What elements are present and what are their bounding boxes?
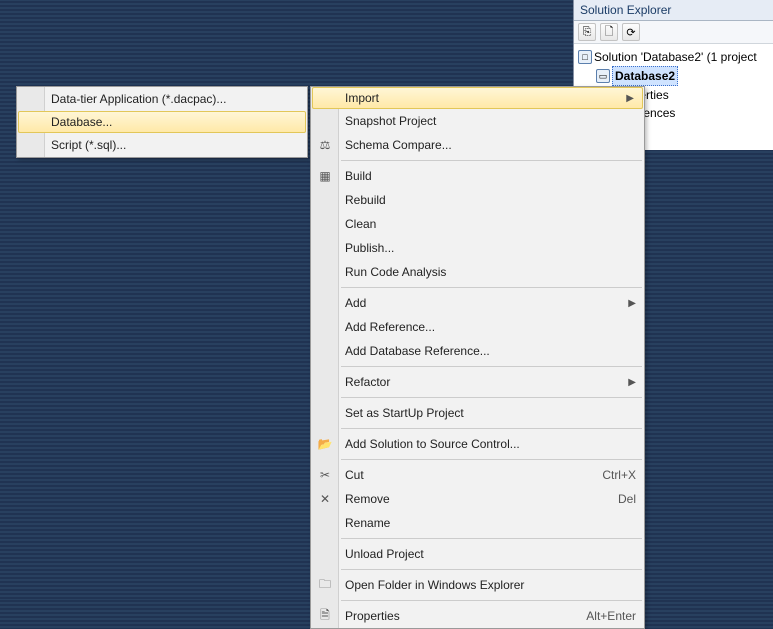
import-submenu: Data-tier Application (*.dacpac)... Datab… <box>16 86 308 158</box>
menu-item-shortcut: Alt+Enter <box>566 609 636 623</box>
menu-item-label: Schema Compare... <box>339 138 636 152</box>
menu-item-label: Import <box>339 91 606 105</box>
menu-separator <box>341 366 642 367</box>
menu-item-label: Cut <box>339 468 582 482</box>
context-menu-item[interactable]: ▦Build <box>311 164 644 188</box>
context-menu-item[interactable]: Publish... <box>311 236 644 260</box>
open-folder-icon: 🗀 <box>311 575 339 596</box>
context-menu-item[interactable]: Clean <box>311 212 644 236</box>
project-icon: ▭ <box>596 69 610 83</box>
context-menu-item[interactable]: ✕RemoveDel <box>311 487 644 511</box>
solution-label: Solution 'Database2' (1 project <box>594 48 757 66</box>
context-menu-item[interactable]: Add▶ <box>311 291 644 315</box>
build-icon: ▦ <box>311 169 339 183</box>
menu-item-label: Add <box>339 296 608 310</box>
submenu-arrow-icon: ▶ <box>608 377 636 388</box>
menu-item-label: Snapshot Project <box>339 114 636 128</box>
context-menu-item[interactable]: Rebuild <box>311 188 644 212</box>
menu-separator <box>341 428 642 429</box>
menu-item-shortcut: Ctrl+X <box>582 468 636 482</box>
menu-separator <box>341 459 642 460</box>
import-submenu-item[interactable]: Database... <box>18 111 306 133</box>
context-menu-item[interactable]: 📂Add Solution to Source Control... <box>311 432 644 456</box>
menu-separator <box>341 287 642 288</box>
toolbar-refresh-icon[interactable]: ⟳ <box>622 23 640 41</box>
project-context-menu: Import▶Snapshot Project⚖Schema Compare..… <box>310 86 645 629</box>
menu-item-label: Publish... <box>339 241 636 255</box>
menu-item-label: Refactor <box>339 375 608 389</box>
context-menu-item[interactable]: ✂CutCtrl+X <box>311 463 644 487</box>
menu-item-shortcut: Del <box>598 492 636 506</box>
context-menu-item[interactable]: Add Database Reference... <box>311 339 644 363</box>
menu-item-label: Unload Project <box>339 547 636 561</box>
folder-icon: 📂 <box>311 437 339 451</box>
menu-item-label: Add Solution to Source Control... <box>339 437 636 451</box>
import-submenu-item[interactable]: Script (*.sql)... <box>17 133 307 157</box>
menu-item-label: Build <box>339 169 636 183</box>
menu-item-label: Open Folder in Windows Explorer <box>339 578 636 592</box>
menu-item-label: Add Database Reference... <box>339 344 636 358</box>
remove-icon: ✕ <box>311 492 339 506</box>
toolbar-copy-icon[interactable]: ⎘ <box>578 23 596 41</box>
context-menu-item[interactable]: Refactor▶ <box>311 370 644 394</box>
context-menu-item[interactable]: Rename <box>311 511 644 535</box>
menu-item-label: Clean <box>339 217 636 231</box>
menu-separator <box>341 569 642 570</box>
solution-node[interactable]: □ Solution 'Database2' (1 project <box>578 48 769 66</box>
menu-item-label: Add Reference... <box>339 320 636 334</box>
menu-separator <box>341 538 642 539</box>
menu-item-label: Run Code Analysis <box>339 265 636 279</box>
context-menu-item[interactable]: 🗀Open Folder in Windows Explorer <box>311 573 644 597</box>
solution-icon: □ <box>578 50 592 64</box>
context-menu-item[interactable]: Snapshot Project <box>311 109 644 133</box>
menu-separator <box>341 160 642 161</box>
compare-icon: ⚖ <box>311 138 339 152</box>
properties-icon: 🗎 <box>311 606 339 627</box>
menu-item-label: Properties <box>339 609 566 623</box>
menu-item-label: Rename <box>339 516 636 530</box>
submenu-arrow-icon: ▶ <box>606 93 634 104</box>
menu-separator <box>341 397 642 398</box>
project-label: Database2 <box>612 66 678 86</box>
context-menu-item[interactable]: Import▶ <box>312 87 643 109</box>
toolbar-document-icon[interactable]: 🗋 <box>600 23 618 41</box>
solution-explorer-title: Solution Explorer <box>574 0 773 21</box>
context-menu-item[interactable]: Run Code Analysis <box>311 260 644 284</box>
solution-explorer-toolbar: ⎘ 🗋 ⟳ <box>574 21 773 44</box>
cut-icon: ✂ <box>311 468 339 482</box>
context-menu-item[interactable]: Unload Project <box>311 542 644 566</box>
context-menu-item[interactable]: Set as StartUp Project <box>311 401 644 425</box>
menu-item-label: Set as StartUp Project <box>339 406 636 420</box>
menu-item-label: Rebuild <box>339 193 636 207</box>
submenu-item-label: Data-tier Application (*.dacpac)... <box>45 92 299 106</box>
context-menu-item[interactable]: 🗎PropertiesAlt+Enter <box>311 604 644 628</box>
import-submenu-item[interactable]: Data-tier Application (*.dacpac)... <box>17 87 307 111</box>
context-menu-item[interactable]: ⚖Schema Compare... <box>311 133 644 157</box>
submenu-arrow-icon: ▶ <box>608 298 636 309</box>
project-node[interactable]: ▭ Database2 <box>578 66 769 86</box>
context-menu-item[interactable]: Add Reference... <box>311 315 644 339</box>
menu-item-label: Remove <box>339 492 598 506</box>
submenu-item-label: Script (*.sql)... <box>45 138 299 152</box>
submenu-item-label: Database... <box>45 115 297 129</box>
menu-separator <box>341 600 642 601</box>
